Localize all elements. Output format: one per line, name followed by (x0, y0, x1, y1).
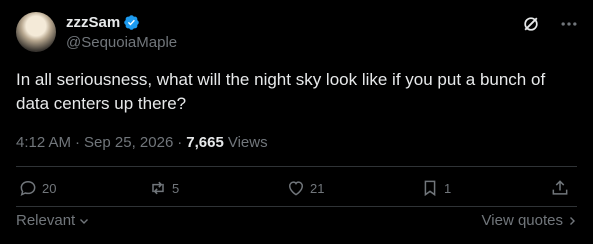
like-count: 21 (310, 180, 325, 196)
verified-badge-icon (124, 15, 139, 30)
avatar[interactable] (16, 12, 56, 52)
display-name[interactable]: zzzSam (66, 14, 120, 31)
chevron-right-icon (570, 216, 575, 225)
reply-count: 20 (42, 180, 57, 196)
divider-top (16, 166, 577, 167)
share-icon (552, 180, 568, 195)
meta-separator-2: · (177, 134, 183, 151)
more-icon[interactable] (559, 14, 579, 34)
repost-count: 5 (172, 180, 180, 196)
action-bar: 20 5 21 1 (16, 178, 577, 204)
author-name-row: zzzSam (66, 14, 140, 31)
grok-icon[interactable] (521, 14, 541, 34)
chevron-down-icon (80, 218, 89, 224)
tweet-date[interactable]: Sep 25, 2026 (84, 134, 173, 151)
bookmark-button[interactable]: 1 (420, 178, 451, 198)
views-label: Views (227, 134, 268, 151)
divider-bottom (16, 206, 577, 207)
reply-icon (20, 180, 36, 197)
handle[interactable]: @SequoiaMaple (66, 34, 177, 51)
tweet-text: In all seriousness, what will the night … (16, 70, 546, 113)
repost-button[interactable]: 5 (148, 178, 179, 198)
replies-footer: Relevant View quotes (16, 212, 577, 229)
bookmark-count: 1 (444, 180, 452, 196)
tweet-meta: 4:12 AM · Sep 25, 2026 · 7,665 Views (16, 134, 268, 151)
top-right-actions (521, 14, 579, 34)
like-icon (288, 181, 304, 196)
tweet-time[interactable]: 4:12 AM (16, 134, 71, 151)
sort-dropdown[interactable]: Relevant (16, 212, 89, 229)
repost-icon (152, 181, 164, 195)
share-button[interactable] (550, 178, 570, 198)
meta-separator: · (75, 134, 81, 151)
view-quotes-link[interactable]: View quotes (482, 212, 577, 229)
view-quotes-label: View quotes (481, 212, 563, 229)
sort-label: Relevant (16, 212, 76, 229)
views-count: 7,665 (186, 134, 224, 151)
bookmark-icon (424, 180, 436, 197)
reply-button[interactable]: 20 (18, 178, 56, 198)
like-button[interactable]: 21 (286, 178, 324, 198)
